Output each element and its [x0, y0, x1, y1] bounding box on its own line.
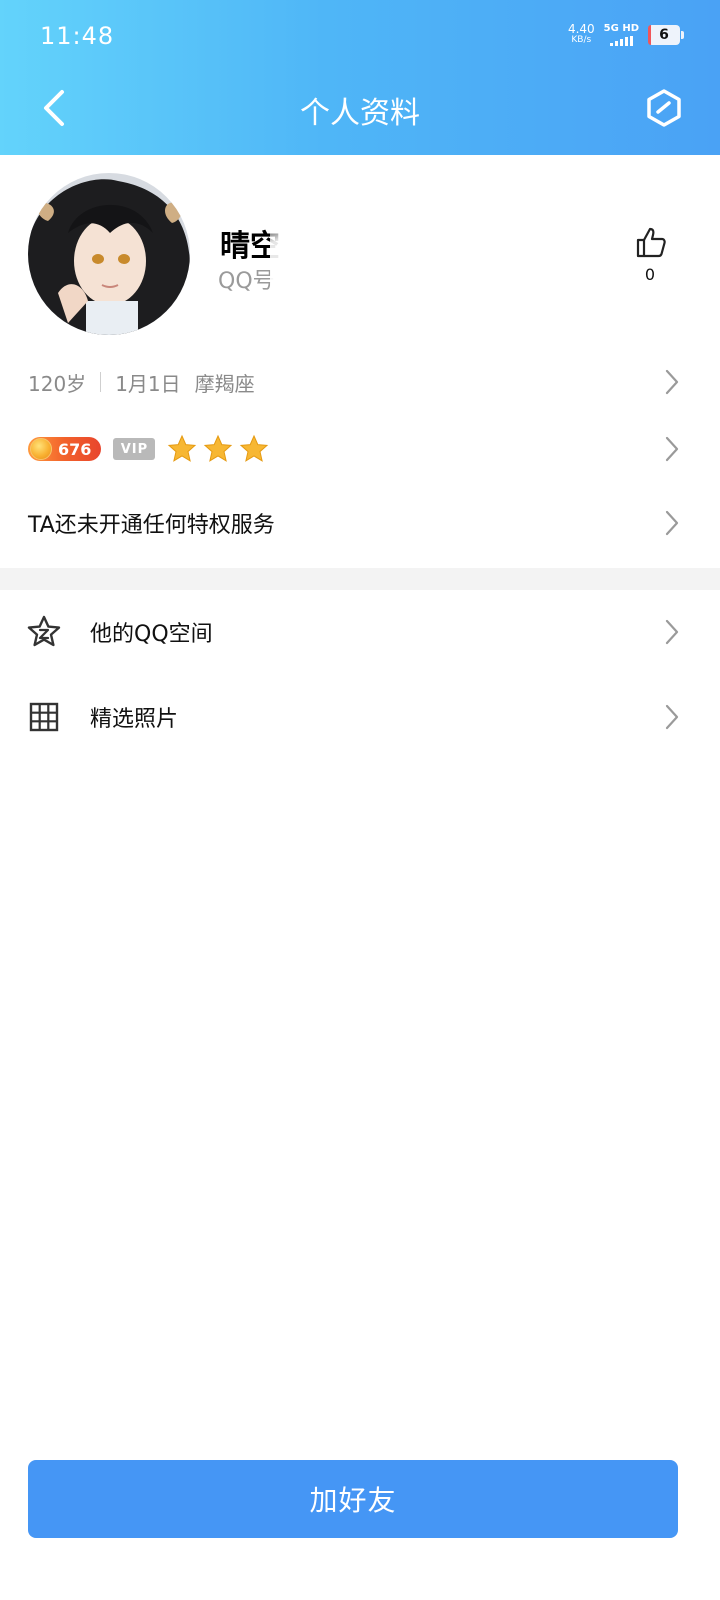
like-count: 0: [644, 265, 656, 284]
status-time: 11:48: [40, 22, 115, 50]
like-button[interactable]: 0: [622, 225, 678, 284]
signal-indicator: 5G HD: [604, 24, 639, 46]
menu-label: 他的QQ空间: [90, 622, 213, 647]
level-badges-row[interactable]: 676 VIP: [28, 429, 720, 469]
vip-badge: VIP: [113, 438, 156, 460]
star-icon: [204, 434, 233, 462]
chevron-right-icon: [665, 619, 679, 645]
chevron-right-icon: [665, 436, 679, 462]
level-stars: [167, 434, 269, 464]
qq-number-label: QQ号: [218, 269, 275, 294]
menu-item-photos[interactable]: 精选照片: [0, 677, 720, 757]
basic-info-row[interactable]: 120岁 1月1日 摩羯座: [28, 362, 720, 402]
add-friend-button[interactable]: 加好友: [28, 1460, 678, 1538]
avatar-image: [28, 173, 190, 335]
settings-button[interactable]: [644, 88, 684, 128]
network-speed: 4.40 KB/s: [567, 22, 595, 46]
status-icons: 4.40 KB/s 5G HD 6: [567, 22, 684, 46]
redaction-overlay: [270, 215, 570, 335]
header-bar: 11:48 4.40 KB/s 5G HD 6 个人资料: [0, 0, 720, 155]
hexagon-edit-icon: [647, 89, 681, 127]
privilege-text: TA还未开通任何特权服务: [28, 513, 275, 538]
age: 120岁: [28, 371, 87, 396]
grid-icon: [29, 702, 59, 732]
signal-bars-icon: [609, 36, 633, 46]
chevron-right-icon: [665, 510, 679, 536]
coin-icon: [30, 438, 52, 460]
thumbs-up-icon: [636, 227, 666, 258]
net-speed-unit: KB/s: [571, 35, 592, 45]
level-number: 676: [58, 439, 92, 459]
menu-item-qzone[interactable]: 他的QQ空间: [0, 592, 720, 672]
star-icon: [168, 434, 197, 462]
privilege-row[interactable]: TA还未开通任何特权服务: [28, 503, 720, 543]
section-divider: [0, 568, 720, 590]
page-title: 个人资料: [300, 96, 420, 131]
birthday: 1月1日: [115, 371, 181, 396]
avatar[interactable]: [28, 173, 190, 335]
star-space-icon: [27, 615, 61, 647]
star-icon: [240, 434, 269, 462]
separator: [100, 372, 102, 392]
zodiac: 摩羯座: [194, 371, 255, 396]
net-speed-value: 4.40: [567, 22, 595, 36]
battery-icon: 6: [648, 25, 684, 45]
profile-card: 晴空 QQ号 0 120岁 1月1日 摩羯座 676 VIP TA还未开通任何特…: [0, 155, 720, 575]
level-badge: 676: [28, 437, 102, 461]
chevron-right-icon: [665, 369, 679, 395]
menu-label: 精选照片: [90, 707, 179, 732]
chevron-right-icon: [665, 704, 679, 730]
network-type: 5G HD: [603, 23, 639, 34]
